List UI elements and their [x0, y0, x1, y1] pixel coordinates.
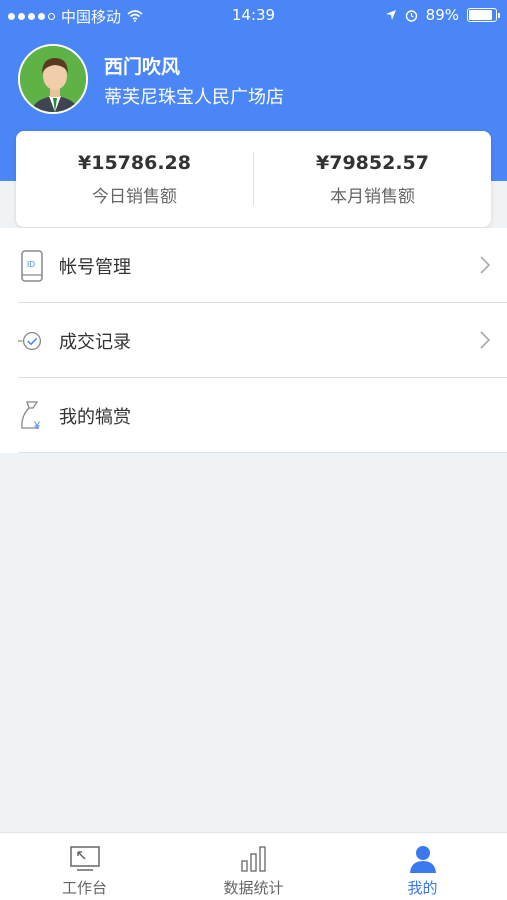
- tab-statistics[interactable]: 数据统计: [169, 833, 338, 900]
- menu-item-transactions[interactable]: 成交记录: [0, 303, 507, 378]
- user-name: 西门吹风: [104, 56, 181, 78]
- svg-text:¥: ¥: [33, 420, 41, 432]
- alarm-icon: [405, 9, 417, 22]
- person-icon: [409, 846, 436, 873]
- monitor-icon: [69, 846, 100, 871]
- tab-mine[interactable]: 我的: [338, 833, 507, 900]
- menu-item-label: 成交记录: [59, 331, 131, 353]
- month-sales-label: 本月销售额: [330, 186, 415, 207]
- tab-label: 工作台: [61, 879, 107, 897]
- menu-item-label: 我的犒赏: [59, 406, 131, 428]
- tab-bar: 工作台 数据统计 我的: [0, 832, 507, 900]
- svg-text:ID: ID: [27, 260, 35, 269]
- status-bar: 中国移动 14:39 89%: [0, 0, 507, 32]
- wifi-icon: [127, 10, 143, 22]
- today-sales[interactable]: ¥15786.28 今日销售额: [16, 152, 253, 207]
- today-sales-label: 今日销售额: [92, 186, 177, 207]
- check-circle-icon: [18, 324, 46, 358]
- battery-percent: 89%: [425, 6, 459, 24]
- bar-chart-icon: [240, 846, 266, 872]
- tab-label: 我的: [407, 879, 438, 897]
- user-avatar-icon: [20, 46, 86, 112]
- tab-workbench[interactable]: 工作台: [0, 833, 169, 900]
- carrier-name: 中国移动: [61, 7, 122, 26]
- location-arrow-icon: [385, 10, 396, 20]
- battery-icon: [467, 8, 500, 22]
- tab-label: 数据统计: [223, 879, 284, 897]
- month-sales-value: ¥79852.57: [316, 151, 429, 174]
- menu-item-rewards[interactable]: ¥ 我的犒赏: [0, 378, 507, 453]
- id-card-icon: ID: [18, 249, 46, 283]
- money-bag-icon: ¥: [18, 399, 46, 433]
- chevron-right-icon: [480, 331, 491, 349]
- chevron-right-icon: [480, 256, 491, 274]
- store-name: 蒂芙尼珠宝人民广场店: [104, 87, 284, 108]
- sales-summary-card: ¥15786.28 今日销售额 ¥79852.57 本月销售额: [16, 131, 491, 227]
- today-sales-value: ¥15786.28: [78, 151, 191, 174]
- settings-menu: ID 帐号管理 成交记录 ¥ 我的犒赏: [0, 228, 507, 453]
- avatar[interactable]: [18, 44, 88, 114]
- menu-item-label: 帐号管理: [59, 256, 131, 278]
- signal-strength-icon: [8, 12, 55, 20]
- month-sales[interactable]: ¥79852.57 本月销售额: [254, 152, 491, 207]
- menu-item-account[interactable]: ID 帐号管理: [0, 228, 507, 303]
